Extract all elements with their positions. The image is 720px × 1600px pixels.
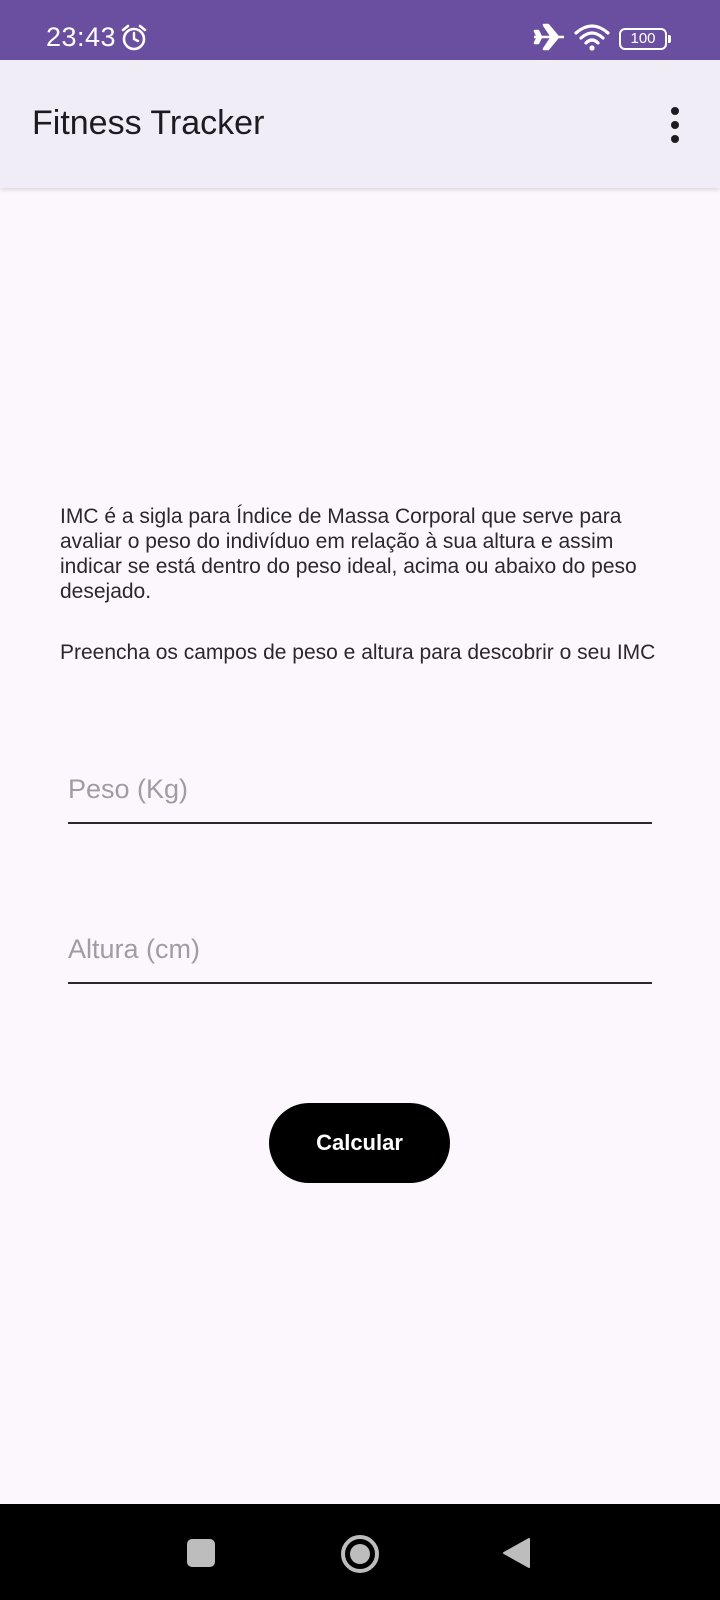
weight-input[interactable] bbox=[68, 764, 652, 824]
height-input[interactable] bbox=[68, 924, 652, 984]
page-title: Fitness Tracker bbox=[32, 104, 265, 142]
nav-back-icon[interactable] bbox=[501, 1536, 531, 1570]
alarm-icon bbox=[121, 24, 147, 51]
status-bar: 23:43 100 bbox=[0, 0, 720, 60]
nav-home-icon[interactable] bbox=[339, 1533, 381, 1575]
nav-recents-icon[interactable] bbox=[187, 1539, 215, 1567]
wifi-icon bbox=[574, 24, 610, 51]
navigation-bar bbox=[0, 1504, 720, 1600]
status-time: 23:43 bbox=[46, 22, 117, 52]
battery-icon: 100 bbox=[619, 28, 671, 50]
overflow-menu-icon[interactable] bbox=[660, 104, 690, 144]
main-content: IMC é a sigla para Índice de Massa Corpo… bbox=[0, 188, 720, 1504]
calculate-button[interactable]: Calcular bbox=[269, 1103, 450, 1183]
bmi-description: IMC é a sigla para Índice de Massa Corpo… bbox=[60, 505, 637, 603]
app-bar: Fitness Tracker bbox=[0, 60, 720, 188]
instruction-text: Preencha os campos de peso e altura para… bbox=[60, 641, 656, 664]
airplane-icon bbox=[533, 23, 564, 51]
battery-level: 100 bbox=[630, 30, 656, 47]
